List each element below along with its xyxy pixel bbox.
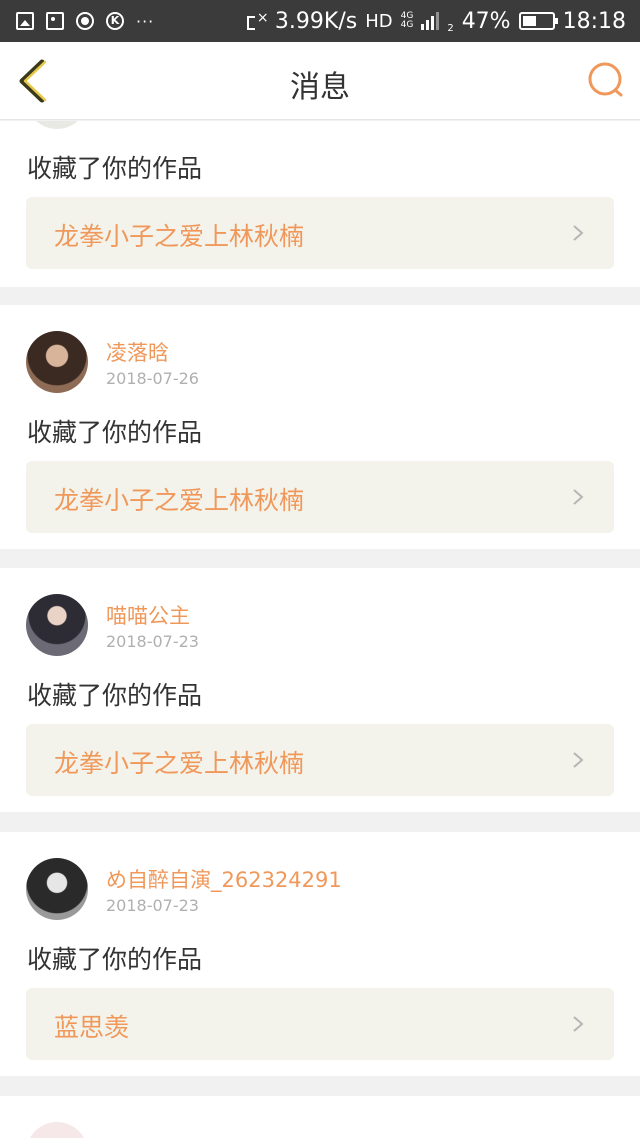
message-card: 凌落晗 2018-07-26 收藏了你的作品 龙拳小子之爱上林秋楠 <box>0 305 640 549</box>
message-date: 2018-07-26 <box>106 369 199 388</box>
avatar[interactable] <box>26 594 88 656</box>
more-notifications-indicator: ··· <box>136 11 155 31</box>
network-speed: 3.99K/s <box>274 8 358 34</box>
message-action: 收藏了你的作品 <box>27 418 203 447</box>
work-link[interactable]: 龙拳小子之爱上林秋楠 <box>26 461 614 533</box>
record-notification-icon <box>76 12 94 30</box>
avatar[interactable] <box>26 121 88 129</box>
search-button[interactable] <box>586 60 626 100</box>
work-title: 龙拳小子之爱上林秋楠 <box>54 749 305 778</box>
hd-indicator: HD <box>365 10 393 32</box>
clock: 18:18 <box>562 8 626 34</box>
chevron-right-icon <box>573 752 584 768</box>
battery-percent: 47% <box>461 8 511 34</box>
message-date: 2018-07-23 <box>106 632 199 651</box>
chevron-right-icon <box>573 1016 584 1032</box>
nav-bar: 消息 <box>0 42 640 120</box>
message-action: 收藏了你的作品 <box>27 681 203 710</box>
message-feed[interactable]: 收藏了你的作品 龙拳小子之爱上林秋楠 凌落晗 2018-07-26 收藏了你的作… <box>0 121 640 1138</box>
status-bar-left: K ··· <box>16 12 154 31</box>
status-bar-right: 3.99K/s HD 4G 4G 2 47% 18:18 <box>245 9 626 34</box>
work-title: 龙拳小子之爱上林秋楠 <box>54 222 305 251</box>
message-card <box>0 1096 640 1138</box>
page-title: 消息 <box>290 70 350 105</box>
message-card: 收藏了你的作品 龙拳小子之爱上林秋楠 <box>0 121 640 287</box>
k-app-notification-icon: K <box>106 12 124 30</box>
chevron-right-icon <box>573 489 584 505</box>
status-bar: K ··· 3.99K/s HD 4G 4G 2 47% 18:18 <box>0 0 640 42</box>
signal-strength-icon <box>421 12 440 30</box>
work-title: 龙拳小子之爱上林秋楠 <box>54 486 305 515</box>
avatar[interactable] <box>26 858 88 920</box>
network-type: 4G 4G <box>401 12 414 30</box>
message-card: 喵喵公主 2018-07-23 收藏了你的作品 龙拳小子之爱上林秋楠 <box>0 568 640 812</box>
battery-icon <box>518 12 558 30</box>
mute-icon <box>245 10 269 32</box>
image-notification-icon <box>16 12 34 30</box>
user-name[interactable]: 凌落晗 <box>106 337 169 367</box>
user-name[interactable]: め自醉自演_262324291 <box>106 864 342 894</box>
user-name[interactable]: 喵喵公主 <box>106 600 190 630</box>
message-date: 2018-07-23 <box>106 896 199 915</box>
gallery-notification-icon <box>46 12 64 30</box>
work-link[interactable]: 蓝思羡 <box>26 988 614 1060</box>
message-card: め自醉自演_262324291 2018-07-23 收藏了你的作品 蓝思羡 <box>0 832 640 1076</box>
message-action: 收藏了你的作品 <box>27 945 203 974</box>
avatar[interactable] <box>26 1122 88 1138</box>
work-link[interactable]: 龙拳小子之爱上林秋楠 <box>26 197 614 269</box>
work-link[interactable]: 龙拳小子之爱上林秋楠 <box>26 724 614 796</box>
avatar[interactable] <box>26 331 88 393</box>
network-type-sim2: 4G <box>400 20 414 30</box>
message-action: 收藏了你的作品 <box>27 154 203 183</box>
battery-level <box>522 16 536 26</box>
sim-index: 2 <box>447 22 454 34</box>
chevron-right-icon <box>573 225 584 241</box>
work-title: 蓝思羡 <box>54 1013 130 1042</box>
search-icon <box>588 62 623 97</box>
